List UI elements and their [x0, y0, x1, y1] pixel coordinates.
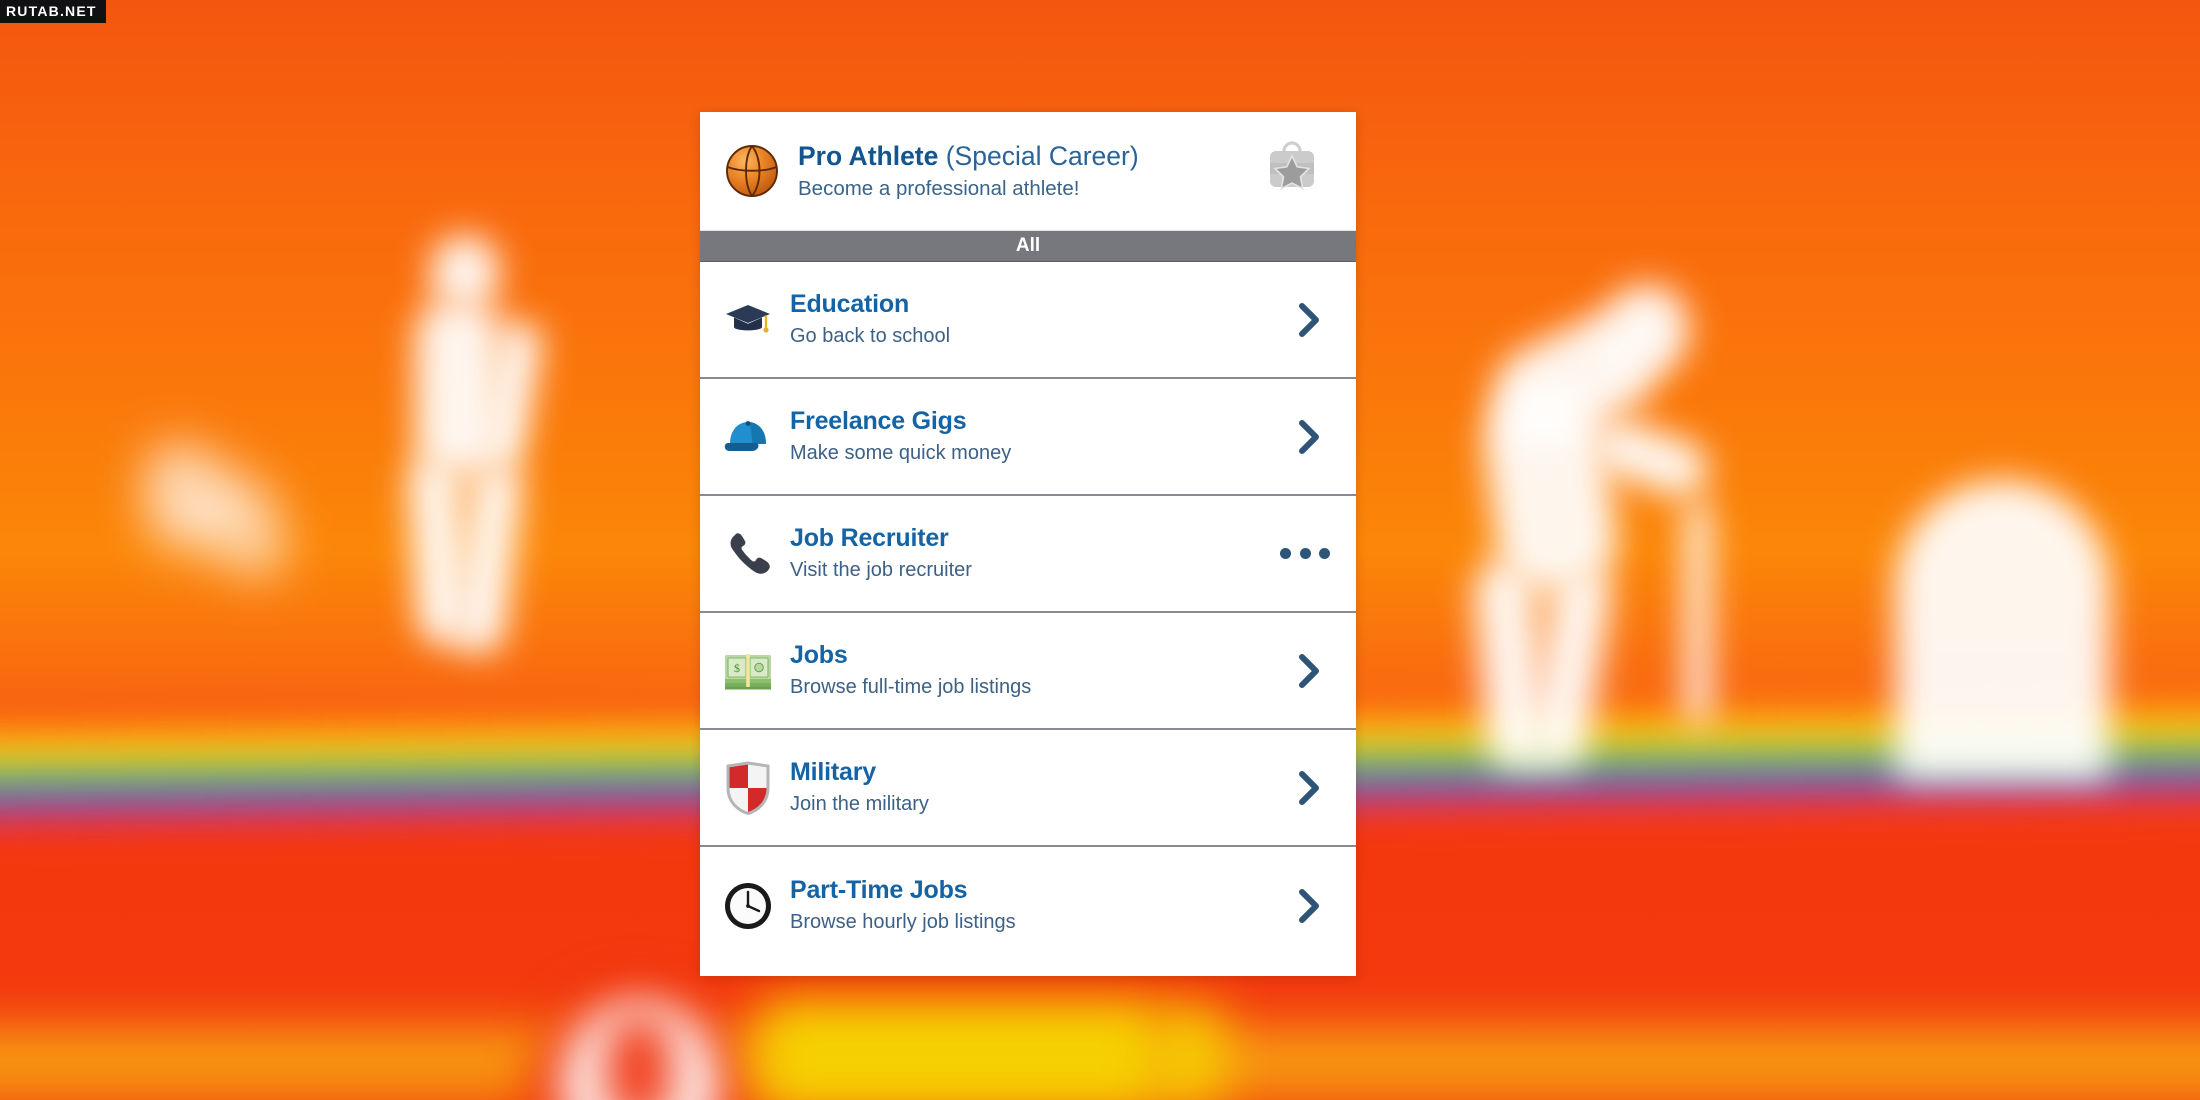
background-logo-wordmark-tail	[1155, 1005, 1225, 1100]
list-item-education[interactable]: Education Go back to school	[700, 262, 1356, 379]
background-figure-elder-cane	[1685, 500, 1711, 725]
list-item-text: Military Join the military	[790, 759, 1290, 816]
background-figure-baby-leg	[232, 520, 280, 575]
list-item-military[interactable]: Military Join the military	[700, 730, 1356, 847]
chevron-right-icon[interactable]	[1290, 886, 1330, 926]
panel-subtitle: Become a professional athlete!	[798, 176, 1080, 200]
more-horizontal-icon[interactable]	[1280, 548, 1330, 559]
list-item-part-time-jobs[interactable]: Part-Time Jobs Browse hourly job listing…	[700, 847, 1356, 964]
chevron-right-icon[interactable]	[1290, 768, 1330, 808]
briefcase-star-icon	[1262, 139, 1326, 203]
list-item-subtitle: Browse hourly job listings	[790, 910, 1016, 933]
list-item-freelance-gigs[interactable]: Freelance Gigs Make some quick money	[700, 379, 1356, 496]
list-item-text: Jobs Browse full-time job listings	[790, 642, 1290, 699]
background-logo-wordmark	[760, 1000, 1160, 1100]
chevron-right-icon[interactable]	[1290, 417, 1330, 457]
telephone-receiver-icon	[720, 526, 776, 582]
list-item-title: Education	[790, 290, 910, 319]
career-panel: Pro Athlete (Special Career) Become a pr…	[700, 112, 1356, 976]
baseball-cap-icon	[720, 409, 776, 465]
panel-header-text: Pro Athlete (Special Career) Become a pr…	[794, 141, 1262, 200]
background-tombstone	[1895, 480, 2110, 780]
shield-icon	[720, 760, 776, 816]
section-filter-label: All	[1015, 235, 1041, 256]
list-item-title: Job Recruiter	[790, 524, 949, 553]
background-figure-baby-head	[148, 445, 210, 505]
list-item-title: Jobs	[790, 641, 848, 670]
list-item-subtitle: Browse full-time job listings	[790, 675, 1032, 698]
svg-text:$: $	[734, 661, 740, 675]
site-watermark: RUTAB.NET	[0, 0, 106, 23]
panel-title: Pro Athlete (Special Career)	[798, 141, 1262, 172]
panel-title-bold: Pro Athlete	[798, 141, 939, 172]
background-figure-walker-head	[430, 235, 500, 310]
panel-title-regular: (Special Career)	[938, 141, 1139, 172]
list-item-text: Part-Time Jobs Browse hourly job listing…	[790, 877, 1290, 934]
list-item-text: Job Recruiter Visit the job recruiter	[790, 525, 1280, 582]
money-stack-icon: $	[720, 643, 776, 699]
list-item-text: Freelance Gigs Make some quick money	[790, 408, 1290, 465]
more-dot	[1299, 548, 1311, 559]
list-item-jobs[interactable]: $ Jobs Browse full-time job listings	[700, 613, 1356, 730]
list-item-text: Education Go back to school	[790, 291, 1290, 348]
list-item-subtitle: Make some quick money	[790, 441, 1012, 464]
section-filter-bar[interactable]: All	[700, 230, 1356, 262]
graduation-cap-icon	[720, 292, 776, 348]
more-dot	[1280, 548, 1291, 559]
chevron-right-icon[interactable]	[1290, 651, 1330, 691]
list-item-title: Freelance Gigs	[790, 407, 967, 436]
list-item-subtitle: Go back to school	[790, 324, 951, 347]
list-item-subtitle: Visit the job recruiter	[790, 558, 972, 581]
background-logo-ring-inner	[608, 1015, 670, 1100]
list-item-title: Part-Time Jobs	[790, 876, 968, 905]
list-item-job-recruiter[interactable]: Job Recruiter Visit the job recruiter	[700, 496, 1356, 613]
chevron-right-icon[interactable]	[1290, 300, 1330, 340]
clock-icon	[720, 878, 776, 934]
more-dot	[1319, 548, 1330, 559]
list-item-title: Military	[790, 758, 876, 787]
panel-header: Pro Athlete (Special Career) Become a pr…	[700, 112, 1356, 230]
basketball-icon	[720, 139, 784, 203]
list-item-subtitle: Join the military	[790, 792, 929, 815]
